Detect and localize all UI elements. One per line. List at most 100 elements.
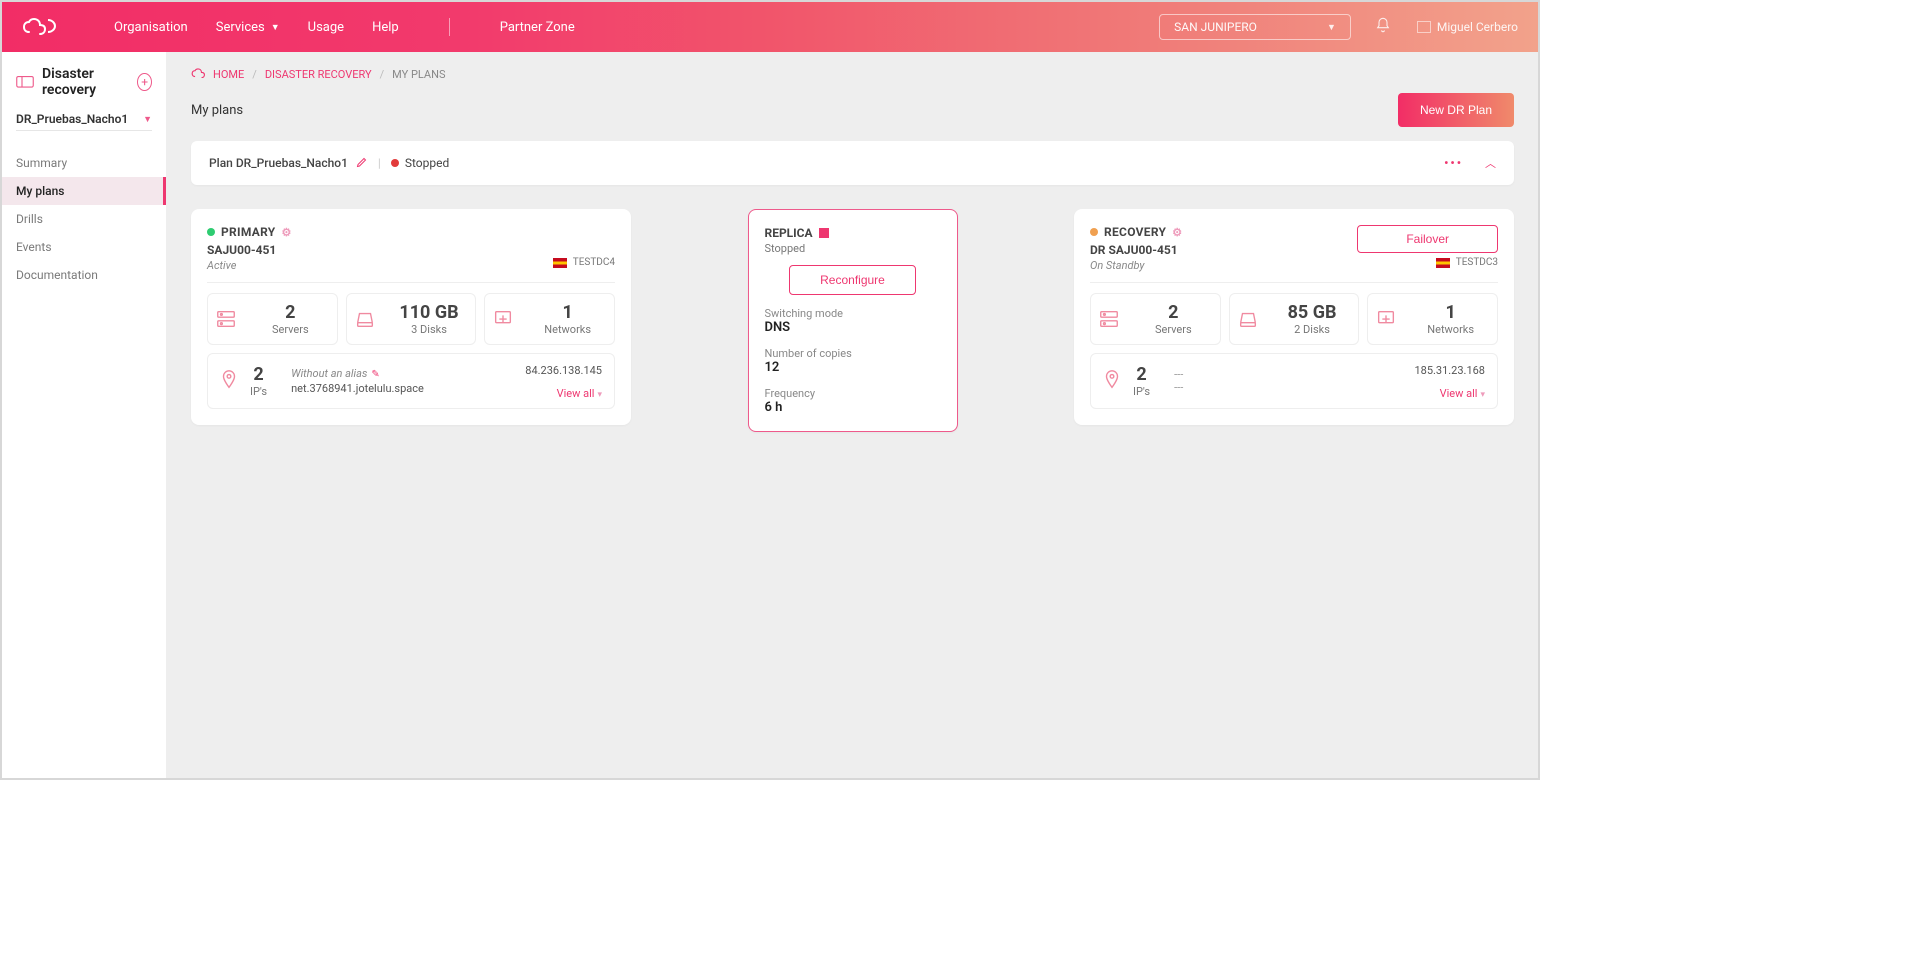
org-selector[interactable]: SAN JUNIPERO ▼ [1159, 14, 1351, 40]
org-selector-label: SAN JUNIPERO [1174, 20, 1257, 34]
view-all-link[interactable]: View all▾ [1440, 387, 1485, 400]
flag-icon [553, 258, 567, 268]
recovery-title: RECOVERY [1104, 225, 1166, 239]
plan-name: Plan DR_Pruebas_Nacho1 [209, 156, 348, 170]
sidebar-header: Disaster recovery + [2, 66, 166, 112]
failover-button[interactable]: Failover [1357, 225, 1498, 253]
switching-mode-label: Switching mode [765, 307, 941, 320]
plan-status: Stopped [405, 156, 449, 170]
sidebar-item-events[interactable]: Events [2, 233, 166, 261]
copies-value: 12 [765, 360, 941, 375]
edit-icon[interactable]: ✎ [371, 369, 379, 380]
separator: / [252, 68, 257, 81]
nav-usage[interactable]: Usage [308, 20, 344, 35]
more-actions-button[interactable]: ••• [1444, 156, 1463, 170]
add-plan-button[interactable]: + [137, 73, 152, 91]
divider [449, 18, 450, 36]
ips-count: 2 [1136, 364, 1146, 385]
pin-icon [218, 369, 240, 394]
reconfigure-button[interactable]: Reconfigure [789, 265, 916, 295]
sidebar-item-summary[interactable]: Summary [2, 149, 166, 177]
copies-label: Number of copies [765, 347, 941, 360]
recovery-server: DR SAJU00-451 [1090, 243, 1357, 257]
flag-icon [1436, 258, 1450, 268]
breadcrumb-current: MY PLANS [392, 68, 445, 81]
primary-storage[interactable]: 110 GB3 Disks [346, 293, 477, 345]
view-all-label: View all [1440, 387, 1478, 400]
server-icon [212, 308, 240, 330]
nav-services[interactable]: Services ▼ [216, 20, 280, 35]
status-dot-icon [1090, 228, 1098, 236]
user-menu[interactable]: Miguel Cerbero [1417, 20, 1518, 34]
recovery-network-card: 2 IP's ------ 185.31.23.168 View all▾ [1090, 353, 1498, 409]
nav-organisation[interactable]: Organisation [114, 20, 188, 35]
stat-value: 2 [1131, 302, 1216, 323]
nav-services-label: Services [216, 20, 265, 35]
sidebar-item-myplans[interactable]: My plans [2, 177, 166, 205]
stat-label: 3 Disks [411, 323, 447, 336]
plan-selector-label: DR_Pruebas_Nacho1 [16, 112, 128, 126]
logo[interactable] [22, 16, 68, 38]
recovery-networks[interactable]: 1Networks [1367, 293, 1498, 345]
ips-count: 2 [253, 364, 263, 385]
plan-bar: Plan DR_Pruebas_Nacho1 | Stopped ••• ︿ [191, 141, 1514, 185]
recovery-state: On Standby [1090, 259, 1357, 272]
recovery-servers[interactable]: 2Servers [1090, 293, 1221, 345]
gear-icon[interactable]: ⚙ [1172, 226, 1182, 239]
stat-label: Servers [272, 323, 309, 336]
topbar: Organisation Services ▼ Usage Help Partn… [2, 2, 1538, 52]
disk-icon [351, 308, 379, 330]
nav-help[interactable]: Help [372, 20, 399, 35]
stat-label: Servers [1155, 323, 1192, 336]
primary-title: PRIMARY [221, 225, 276, 239]
page-header: My plans New DR Plan [191, 93, 1514, 127]
recovery-dc: TESTDC3 [1436, 257, 1498, 268]
new-dr-plan-button[interactable]: New DR Plan [1398, 93, 1514, 127]
chevron-down-icon: ▼ [271, 22, 280, 33]
chevron-down-icon: ▾ [597, 390, 602, 400]
collapse-button[interactable]: ︿ [1485, 155, 1496, 171]
status-dot-icon [391, 159, 399, 167]
content: HOME / DISASTER RECOVERY / MY PLANS My p… [167, 52, 1538, 778]
nav-partner-zone[interactable]: Partner Zone [500, 20, 575, 35]
sidebar-item-documentation[interactable]: Documentation [2, 261, 166, 289]
stat-label: 2 Disks [1294, 323, 1330, 336]
ips-label: IP's [250, 385, 267, 398]
pin-icon [1101, 369, 1123, 394]
server-icon [1095, 308, 1123, 330]
gear-icon[interactable]: ⚙ [282, 226, 292, 239]
replica-card: REPLICA Stopped Reconfigure Switching mo… [748, 209, 958, 432]
sidebar-item-drills[interactable]: Drills [2, 205, 166, 233]
plan-selector[interactable]: DR_Pruebas_Nacho1 ▼ [16, 112, 152, 131]
edit-icon[interactable] [356, 156, 368, 171]
sidebar-title: Disaster recovery [42, 66, 129, 98]
user-name: Miguel Cerbero [1437, 20, 1518, 34]
stat-label: Networks [544, 323, 591, 336]
view-all-link[interactable]: View all▾ [557, 387, 602, 400]
notifications-icon[interactable] [1375, 17, 1391, 37]
stat-label: Networks [1427, 323, 1474, 336]
primary-server: SAJU00-451 [207, 243, 615, 257]
primary-dc: TESTDC4 [553, 257, 615, 268]
recovery-card: RECOVERY ⚙ DR SAJU00-451 On Standby Fail… [1074, 209, 1514, 425]
cloud-icon [191, 68, 205, 81]
separator: / [380, 68, 385, 81]
breadcrumb: HOME / DISASTER RECOVERY / MY PLANS [191, 68, 1514, 81]
frequency-value: 6 h [765, 400, 941, 415]
breadcrumb-section[interactable]: DISASTER RECOVERY [265, 68, 372, 81]
stat-value: 110 GB [387, 302, 472, 323]
primary-networks[interactable]: 1Networks [484, 293, 615, 345]
status-dot-icon [207, 228, 215, 236]
recovery-ip: 185.31.23.168 [1414, 364, 1485, 377]
primary-network-card: 2 IP's Without an alias✎ net.3768941.jot… [207, 353, 615, 409]
stat-value: 2 [248, 302, 333, 323]
frequency-label: Frequency [765, 387, 941, 400]
chevron-down-icon: ▼ [143, 114, 152, 125]
primary-servers[interactable]: 2Servers [207, 293, 338, 345]
stat-value: 1 [525, 302, 610, 323]
empty-placeholder: ------ [1174, 368, 1183, 394]
breadcrumb-home[interactable]: HOME [213, 68, 244, 81]
page-title: My plans [191, 103, 243, 118]
sidebar: Disaster recovery + DR_Pruebas_Nacho1 ▼ … [2, 52, 167, 778]
recovery-storage[interactable]: 85 GB2 Disks [1229, 293, 1360, 345]
